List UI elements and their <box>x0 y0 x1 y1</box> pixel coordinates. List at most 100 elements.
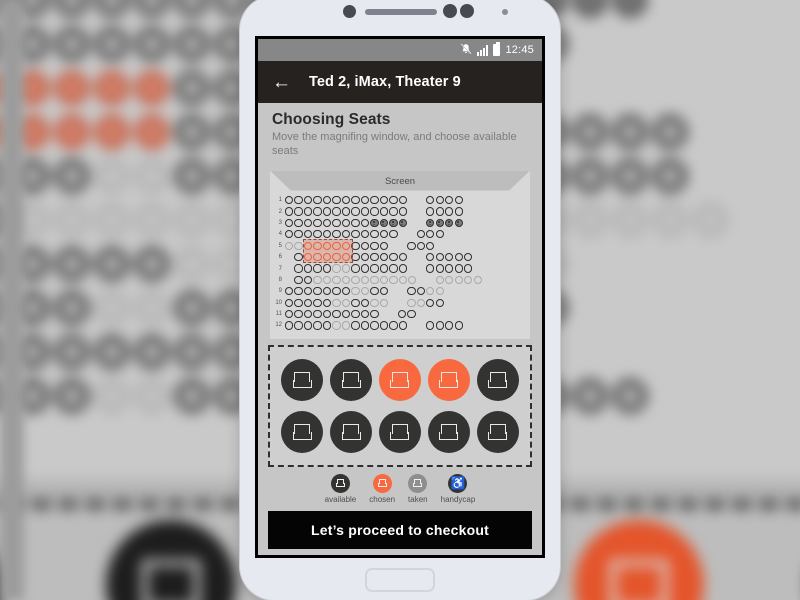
seat-block-left[interactable] <box>285 275 418 285</box>
seat-available[interactable] <box>379 196 389 205</box>
seat-chosen[interactable] <box>313 241 322 250</box>
seat-taken[interactable] <box>332 298 341 307</box>
seat-available[interactable] <box>416 230 425 239</box>
seat-available[interactable] <box>360 253 370 262</box>
seat-handycap[interactable] <box>389 218 398 228</box>
seat-taken[interactable] <box>389 275 398 285</box>
seat-available[interactable] <box>351 264 360 273</box>
seat-available[interactable] <box>370 321 379 330</box>
seat-available[interactable] <box>389 196 398 205</box>
seat-available[interactable] <box>398 207 407 216</box>
seat-available[interactable] <box>398 321 407 330</box>
seat-chosen[interactable] <box>332 241 341 250</box>
seat-chosen[interactable] <box>303 253 313 262</box>
seat-available[interactable] <box>322 287 332 296</box>
seat-chosen[interactable] <box>303 241 313 250</box>
seat-available[interactable] <box>454 207 463 216</box>
seat-available[interactable] <box>351 321 360 330</box>
seat-map[interactable]: Screen 1 2 3 4 5 6 7 8 9 10 11 12 <box>270 170 530 339</box>
seat-handycap[interactable] <box>379 218 389 228</box>
seat-available[interactable] <box>407 241 416 250</box>
picker-seat-available[interactable] <box>281 358 324 401</box>
seat-block-left[interactable] <box>285 310 380 319</box>
seat-available[interactable] <box>313 287 322 296</box>
seat-block-right[interactable] <box>426 207 464 216</box>
seat-available[interactable] <box>360 207 370 216</box>
seat-available[interactable] <box>379 241 389 250</box>
picker-seat-available[interactable] <box>476 410 519 453</box>
seat-available[interactable] <box>285 298 294 307</box>
seat-block-right[interactable] <box>397 310 417 319</box>
seat-row[interactable]: 1 <box>270 195 530 206</box>
seat-available[interactable] <box>303 230 313 239</box>
seat-available[interactable] <box>303 298 313 307</box>
seat-available[interactable] <box>435 230 444 239</box>
seat-available[interactable] <box>313 310 322 319</box>
seat-available[interactable] <box>379 287 389 296</box>
seat-chosen[interactable] <box>322 253 332 262</box>
seat-available[interactable] <box>285 321 294 330</box>
seat-row[interactable]: 11 <box>270 308 530 319</box>
seat-available[interactable] <box>398 196 407 205</box>
seat-available[interactable] <box>370 230 379 239</box>
seat-available[interactable] <box>379 253 389 262</box>
seat-available[interactable] <box>360 321 370 330</box>
seat-block-left[interactable] <box>285 298 389 307</box>
seat-available[interactable] <box>285 207 294 216</box>
seat-available[interactable] <box>435 321 444 330</box>
seat-rows[interactable]: 1 2 3 4 5 6 7 8 9 10 11 12 <box>270 193 530 332</box>
seat-available[interactable] <box>294 275 303 285</box>
picker-row[interactable] <box>278 410 522 453</box>
seat-row[interactable]: 5 <box>270 240 530 251</box>
seat-row[interactable]: 9 <box>270 286 530 297</box>
seat-available[interactable] <box>398 264 407 273</box>
seat-available[interactable] <box>389 264 398 273</box>
seat-available[interactable] <box>397 310 407 319</box>
seat-available[interactable] <box>351 310 360 319</box>
picker-seat-chosen[interactable] <box>378 358 421 401</box>
seat-available[interactable] <box>322 310 332 319</box>
seat-handycap[interactable] <box>435 218 444 228</box>
seat-available[interactable] <box>454 264 463 273</box>
picker-seat-chosen[interactable] <box>427 358 470 401</box>
seat-block-right[interactable] <box>426 218 464 228</box>
seat-taken[interactable] <box>360 275 370 285</box>
seat-block-right[interactable] <box>416 230 445 239</box>
seat-taken[interactable] <box>341 321 351 330</box>
seat-available[interactable] <box>294 310 303 319</box>
seat-available[interactable] <box>360 196 370 205</box>
seat-chosen[interactable] <box>341 241 351 250</box>
seat-available[interactable] <box>341 310 351 319</box>
seat-available[interactable] <box>416 287 425 296</box>
seat-taken[interactable] <box>464 275 473 285</box>
seat-available[interactable] <box>285 196 294 205</box>
seat-handycap[interactable] <box>454 218 463 228</box>
seat-available[interactable] <box>285 310 294 319</box>
seat-block-left[interactable] <box>285 218 408 228</box>
seat-row[interactable]: 8 <box>270 274 530 285</box>
seat-available[interactable] <box>454 196 463 205</box>
seat-block-right[interactable] <box>426 264 473 273</box>
seat-available[interactable] <box>360 241 370 250</box>
seat-available[interactable] <box>370 253 379 262</box>
seat-handycap[interactable] <box>445 218 454 228</box>
seat-available[interactable] <box>303 287 313 296</box>
seat-available[interactable] <box>379 230 389 239</box>
picker-seat-available[interactable] <box>427 410 470 453</box>
seat-available[interactable] <box>389 253 398 262</box>
seat-taken[interactable] <box>332 275 341 285</box>
seat-available[interactable] <box>426 321 435 330</box>
seat-taken[interactable] <box>407 298 416 307</box>
seat-taken[interactable] <box>398 275 407 285</box>
seat-available[interactable] <box>445 253 454 262</box>
seat-available[interactable] <box>313 218 322 228</box>
seat-available[interactable] <box>322 230 332 239</box>
seat-row[interactable]: 6 <box>270 251 530 262</box>
checkout-button[interactable]: Let’s proceed to checkout <box>268 510 532 549</box>
seat-block-left[interactable] <box>285 230 399 239</box>
seat-available[interactable] <box>322 218 332 228</box>
seat-available[interactable] <box>341 230 351 239</box>
seat-row[interactable]: 12 <box>270 320 530 331</box>
seat-available[interactable] <box>454 321 463 330</box>
seat-available[interactable] <box>435 253 444 262</box>
